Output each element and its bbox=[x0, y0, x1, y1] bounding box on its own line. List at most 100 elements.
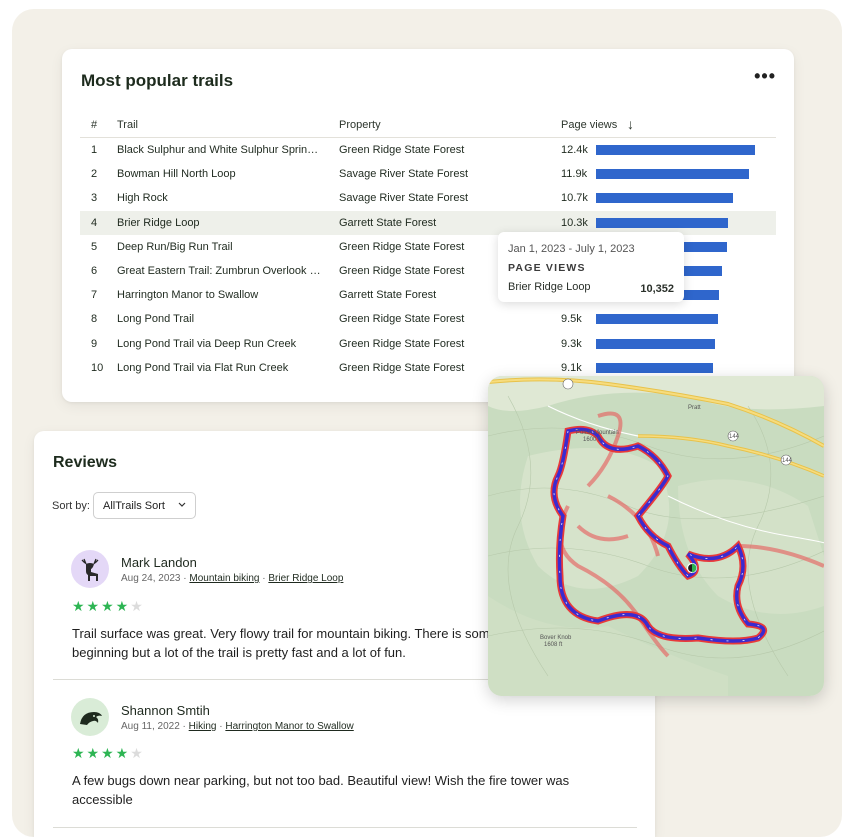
review-text-line: A few bugs down near parking, but not to… bbox=[72, 773, 570, 788]
trail-name[interactable]: Deep Run/Big Run Trail bbox=[117, 241, 321, 253]
table-header: # Trail Property Page views ↓ bbox=[80, 115, 776, 138]
page-views-bar[interactable] bbox=[596, 169, 749, 180]
reviewer-name: Shannon Smtih bbox=[121, 703, 210, 718]
row-rank: 5 bbox=[91, 240, 98, 253]
divider bbox=[53, 827, 637, 828]
page-views-bar[interactable] bbox=[596, 362, 713, 373]
sort-desc-icon[interactable]: ↓ bbox=[627, 116, 634, 132]
property-name: Green Ridge State Forest bbox=[339, 337, 465, 350]
tooltip-trail: Brier Ridge Loop bbox=[508, 281, 591, 293]
row-rank: 6 bbox=[91, 264, 98, 277]
popular-trails-card: Most popular trails ••• # Trail Property… bbox=[62, 49, 794, 402]
property-name: Green Ridge State Forest bbox=[339, 240, 465, 253]
row-rank: 1 bbox=[91, 144, 98, 156]
review-meta: Aug 11, 2022 · Hiking · Harrington Manor… bbox=[121, 721, 354, 732]
row-rank: 7 bbox=[91, 289, 98, 302]
table-row[interactable]: 9 Long Pond Trail via Deep Run Creek Green… bbox=[80, 332, 776, 356]
review-text-line: accessible bbox=[72, 792, 133, 807]
reviewer-name: Mark Landon bbox=[121, 555, 197, 570]
star-rating: ★★★★★ bbox=[72, 745, 145, 761]
trail-name[interactable]: Bowman Hill North Loop bbox=[117, 168, 321, 180]
property-name: Green Ridge State Forest bbox=[339, 264, 465, 277]
property-name: Garrett State Forest bbox=[339, 289, 437, 302]
page-views-value: 12.4k bbox=[561, 144, 588, 156]
reviews-title: Reviews bbox=[53, 454, 118, 471]
sort-value: AllTrails Sort bbox=[103, 500, 165, 512]
tooltip-date-range: Jan 1, 2023 - July 1, 2023 bbox=[508, 243, 635, 255]
page-views-value: 11.9k bbox=[561, 168, 588, 181]
page-views-value: 10.3k bbox=[561, 216, 588, 229]
map-canvas: 144 144 Pratt Polish Mountain 1600 ft Bo… bbox=[488, 376, 824, 696]
trailhead-marker-icon[interactable] bbox=[686, 562, 698, 574]
table-row[interactable]: 8 Long Pond Trail Green Ridge State Forest… bbox=[80, 307, 776, 331]
page-views-bar[interactable] bbox=[596, 193, 733, 204]
route-number: 144 bbox=[729, 434, 740, 440]
review-date: Aug 24, 2023 bbox=[121, 573, 181, 584]
property-name: Green Ridge State Forest bbox=[339, 361, 465, 374]
peak-label: Polish Mountain bbox=[576, 430, 619, 436]
page-views-bar[interactable] bbox=[596, 217, 728, 228]
review-date: Aug 11, 2022 bbox=[121, 721, 180, 732]
trail-map[interactable]: 144 144 Pratt Polish Mountain 1600 ft Bo… bbox=[488, 376, 824, 696]
trail-name[interactable]: Long Pond Trail via Deep Run Creek bbox=[117, 338, 321, 350]
header-property[interactable]: Property bbox=[339, 119, 381, 131]
header-trail[interactable]: Trail bbox=[117, 119, 138, 131]
route-number: 144 bbox=[782, 458, 793, 464]
page-views-value: 9.1k bbox=[561, 361, 582, 374]
trail-name[interactable]: Long Pond Trail via Flat Run Creek bbox=[117, 362, 321, 374]
page-views-value: 9.5k bbox=[561, 313, 582, 326]
peak-elevation: 1600 ft bbox=[583, 437, 602, 443]
header-num: # bbox=[91, 119, 98, 131]
sort-select[interactable]: AllTrails Sort bbox=[93, 492, 196, 519]
meta-separator: · bbox=[182, 721, 186, 732]
tooltip-heading: PAGE VIEWS bbox=[508, 262, 586, 274]
tooltip-value: 10,352 bbox=[640, 283, 674, 295]
page-views-value: 9.3k bbox=[561, 337, 582, 350]
trail-name[interactable]: Brier Ridge Loop bbox=[117, 217, 321, 229]
property-name: Savage River State Forest bbox=[339, 192, 469, 205]
row-rank: 8 bbox=[91, 313, 98, 326]
activity-link[interactable]: Mountain biking bbox=[189, 573, 259, 584]
table-row[interactable]: 3 High Rock Savage River State Forest 10.7k bbox=[80, 186, 776, 210]
row-rank: 4 bbox=[91, 216, 98, 229]
page-views-value: 10.7k bbox=[561, 192, 588, 205]
meta-separator: · bbox=[183, 573, 187, 584]
row-rank: 2 bbox=[91, 168, 98, 181]
activity-link[interactable]: Hiking bbox=[189, 721, 217, 732]
page-views-bar[interactable] bbox=[596, 338, 715, 349]
more-options-button[interactable]: ••• bbox=[754, 67, 776, 85]
trail-link[interactable]: Brier Ridge Loop bbox=[268, 573, 343, 584]
page-views-bar[interactable] bbox=[596, 145, 755, 155]
card-title: Most popular trails bbox=[81, 71, 234, 90]
deer-icon bbox=[81, 558, 99, 581]
trail-name[interactable]: Long Pond Trail bbox=[117, 313, 321, 325]
peak-elevation: 1608 ft bbox=[544, 642, 563, 648]
trail-name[interactable]: Harrington Manor to Swallow bbox=[117, 289, 321, 301]
meta-separator: · bbox=[219, 721, 223, 732]
meta-separator: · bbox=[262, 573, 266, 584]
table-row[interactable]: 2 Bowman Hill North Loop Savage River Stat… bbox=[80, 162, 776, 186]
wave-logo-icon bbox=[80, 712, 102, 725]
trail-name[interactable]: Great Eastern Trail: Zumbrun Overlook t… bbox=[117, 265, 321, 277]
avatar[interactable] bbox=[71, 550, 109, 588]
row-rank: 3 bbox=[91, 192, 98, 205]
page-views-bar[interactable] bbox=[596, 314, 718, 325]
trail-name[interactable]: High Rock bbox=[117, 192, 321, 204]
property-name: Garrett State Forest bbox=[339, 216, 437, 229]
trail-link[interactable]: Harrington Manor to Swallow bbox=[225, 721, 353, 732]
town-label: Pratt bbox=[688, 405, 701, 411]
trail-name[interactable]: Black Sulphur and White Sulphur Spring… bbox=[117, 144, 321, 156]
route-shield-icon bbox=[562, 378, 574, 390]
sort-label: Sort by: bbox=[52, 500, 90, 512]
page-views-tooltip: Jan 1, 2023 - July 1, 2023 PAGE VIEWS Br… bbox=[498, 232, 684, 302]
table-row[interactable]: 1 Black Sulphur and White Sulphur Spring…… bbox=[80, 138, 776, 162]
chevron-down-icon bbox=[178, 502, 186, 507]
review-text: A few bugs down near parking, but not to… bbox=[72, 771, 582, 809]
peak-label: Bover Knob bbox=[540, 635, 572, 641]
star-rating: ★★★★★ bbox=[72, 598, 145, 614]
row-rank: 10 bbox=[91, 361, 104, 374]
review-meta: Aug 24, 2023 · Mountain biking · Brier R… bbox=[121, 573, 343, 584]
header-page-views[interactable]: Page views bbox=[561, 119, 617, 131]
avatar[interactable] bbox=[71, 698, 109, 736]
property-name: Green Ridge State Forest bbox=[339, 313, 465, 326]
